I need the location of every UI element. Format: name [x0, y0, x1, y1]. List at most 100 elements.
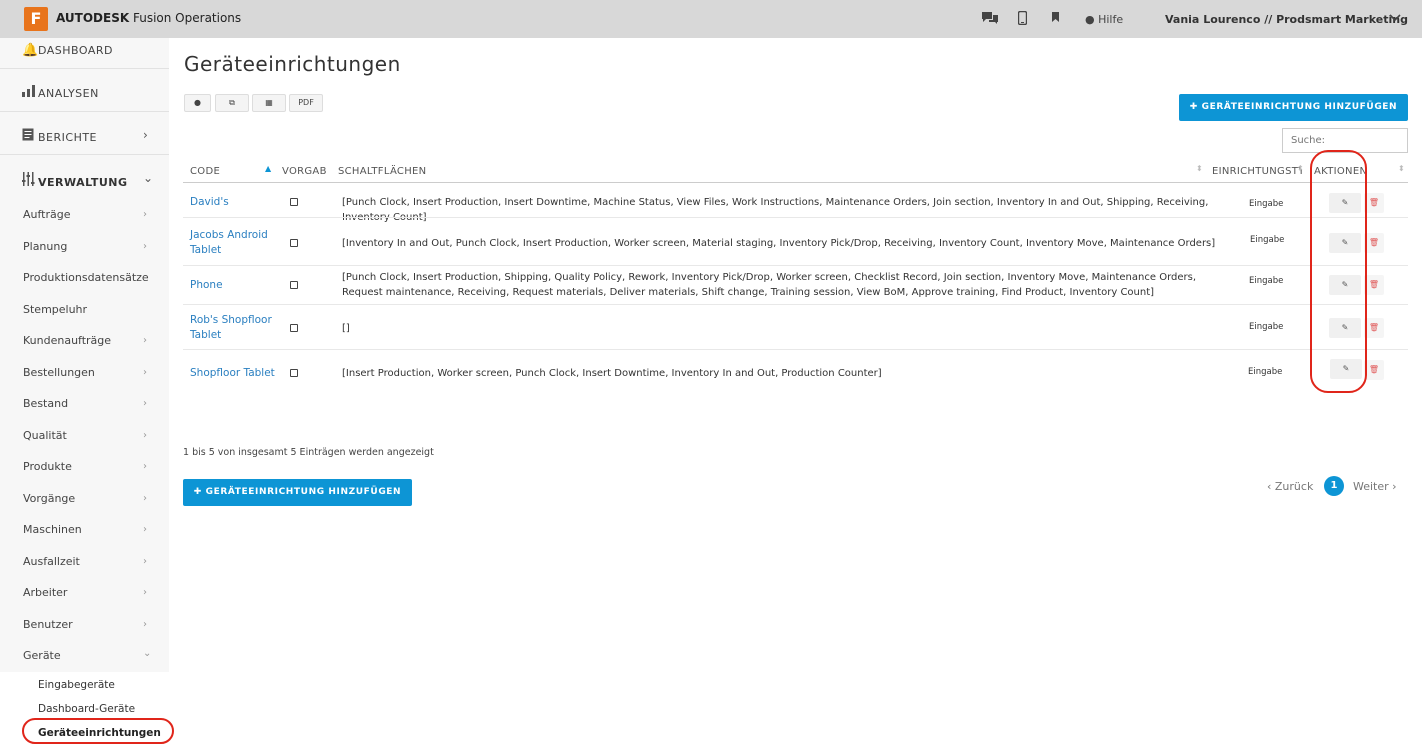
table-icon: ▦ [265, 98, 273, 107]
sidebar-item-kundenauftraege[interactable]: Kundenaufträge [23, 334, 111, 347]
table-cell-type: Eingabe [1249, 199, 1284, 209]
chevron-down-icon[interactable] [1389, 11, 1401, 25]
table-cell-buttons: [] [342, 323, 350, 334]
highlight-annotation [1310, 150, 1367, 393]
sidebar-item-dashboard[interactable]: 🔔DASHBOARD [22, 43, 113, 58]
chat-icon[interactable] [981, 11, 999, 29]
column-header-vorgabe[interactable]: VORGABE [282, 166, 326, 177]
sidebar-item-verwaltung[interactable]: VERWALTUNG [22, 172, 128, 190]
copy-icon: ⧉ [229, 98, 235, 107]
chevron-right-icon: › [143, 461, 147, 472]
default-checkbox[interactable] [290, 369, 298, 377]
sort-icon[interactable]: ⬍ [1196, 164, 1203, 173]
top-bar: F AUTODESK Fusion Operations ● Hilfe Van… [0, 0, 1422, 38]
sidebar-item-auftraege[interactable]: Aufträge [23, 208, 71, 221]
sliders-icon [22, 172, 38, 190]
delete-button[interactable]: 🗑 [1364, 318, 1384, 338]
column-header-schaltflaechen[interactable]: SCHALTFLÄCHEN [338, 166, 426, 177]
table-info: 1 bis 5 von insgesamt 5 Einträgen werden… [183, 447, 434, 458]
row-divider [183, 265, 1408, 266]
sort-asc-icon[interactable]: ▲ [265, 164, 271, 173]
brand-bold: AUTODESK [56, 11, 130, 25]
table-row-code-link[interactable]: Phone [190, 278, 280, 293]
table-row-code-link[interactable]: Rob's Shopfloor Tablet [190, 313, 280, 343]
sidebar-item-benutzer[interactable]: Benutzer [23, 618, 73, 631]
sidebar-subitem-eingabegeraete[interactable]: Eingabegeräte [38, 679, 115, 691]
chevron-right-icon: › [143, 367, 147, 378]
chevron-down-icon: ⌄ [143, 648, 152, 659]
eye-icon: ● [194, 98, 201, 107]
default-checkbox[interactable] [290, 324, 298, 332]
row-divider [183, 304, 1408, 305]
chevron-right-icon: › [143, 398, 147, 409]
sidebar-item-arbeiter[interactable]: Arbeiter [23, 586, 67, 599]
table-cell-buttons: [Punch Clock, Insert Production, Shippin… [342, 272, 1196, 298]
page-title: Geräteeinrichtungen [184, 52, 401, 76]
sort-icon[interactable]: ⬍ [1297, 164, 1304, 173]
add-device-setup-button-bottom[interactable]: ✚ GERÄTEEINRICHTUNG HINZUFÜGEN [183, 479, 412, 506]
table-row-code-link[interactable]: Shopfloor Tablet [190, 366, 280, 381]
chevron-right-icon: › [143, 128, 148, 142]
sidebar-item-stempeluhr[interactable]: Stempeluhr [23, 303, 87, 316]
sidebar-item-analysen[interactable]: ANALYSEN [22, 85, 99, 101]
table-cell-type: Eingabe [1249, 276, 1284, 286]
sidebar-label: DASHBOARD [38, 44, 114, 57]
header-divider [183, 182, 1408, 183]
delete-button[interactable]: 🗑 [1364, 193, 1384, 213]
chevron-right-icon: › [143, 493, 147, 504]
sidebar-label: VERWALTUNG [38, 176, 128, 189]
highlight-annotation [22, 718, 174, 744]
default-checkbox[interactable] [290, 281, 298, 289]
report-icon [22, 128, 38, 145]
help-link[interactable]: ● Hilfe [1085, 13, 1123, 26]
default-checkbox[interactable] [290, 239, 298, 247]
table-cell-type: Eingabe [1250, 235, 1285, 245]
chevron-right-icon: › [143, 335, 147, 346]
divider [0, 111, 169, 112]
row-divider [183, 217, 1408, 218]
bell-icon: 🔔 [22, 43, 39, 58]
sidebar-item-produktionsdatensaetze[interactable]: Produktionsdatensätze [23, 271, 149, 284]
delete-button[interactable]: 🗑 [1364, 360, 1384, 380]
delete-button[interactable]: 🗑 [1364, 275, 1384, 295]
sidebar-item-vorgaenge[interactable]: Vorgänge [23, 492, 75, 505]
table-cell-buttons: [Punch Clock, Insert Production, Insert … [342, 197, 1209, 223]
fusion-logo[interactable]: F [24, 7, 48, 31]
default-checkbox[interactable] [290, 198, 298, 206]
table-row-code-link[interactable]: David's [190, 195, 280, 210]
sidebar-subitem-dashboard-geraete[interactable]: Dashboard-Geräte [38, 703, 135, 715]
chevron-right-icon: › [143, 556, 147, 567]
pager-page-1[interactable]: 1 [1324, 476, 1344, 496]
column-header-einrichtungstyp[interactable]: EINRICHTUNGSTYP [1212, 166, 1302, 177]
chevron-down-icon: ⌄ [143, 171, 154, 185]
brand-rest: Fusion Operations [132, 11, 242, 25]
sidebar-item-qualitaet[interactable]: Qualität [23, 429, 67, 442]
delete-button[interactable]: 🗑 [1364, 233, 1384, 253]
sidebar-item-bestellungen[interactable]: Bestellungen [23, 366, 95, 379]
add-device-setup-button[interactable]: ✚ GERÄTEEINRICHTUNG HINZUFÜGEN [1179, 94, 1408, 121]
table-row-code-link[interactable]: Jacobs Android Tablet [190, 228, 280, 258]
mobile-icon[interactable] [1017, 10, 1028, 29]
sidebar-item-planung[interactable]: Planung [23, 240, 67, 253]
chevron-right-icon: › [143, 241, 147, 252]
excel-button[interactable]: ▦ [252, 94, 286, 112]
divider [0, 154, 169, 155]
user-menu[interactable]: Vania Lourenco // Prodsmart Marketing [1165, 13, 1408, 26]
pager-prev[interactable]: ‹ Zurück [1267, 480, 1313, 493]
sidebar-item-maschinen[interactable]: Maschinen [23, 523, 82, 536]
sidebar-item-geraete[interactable]: Geräte [23, 649, 61, 662]
pdf-button[interactable]: PDF [289, 94, 323, 112]
chevron-right-icon: › [143, 209, 147, 220]
column-header-code[interactable]: CODE [190, 166, 220, 177]
sidebar-item-bestand[interactable]: Bestand [23, 397, 68, 410]
sort-icon[interactable]: ⬍ [1398, 164, 1405, 173]
chevron-right-icon: › [143, 587, 147, 598]
copy-button[interactable]: ⧉ [215, 94, 249, 112]
pager-next[interactable]: Weiter › [1353, 480, 1397, 493]
row-divider [183, 349, 1408, 350]
column-visibility-button[interactable]: ● [184, 94, 211, 112]
sidebar-item-berichte[interactable]: BERICHTE [22, 128, 97, 145]
sidebar-item-ausfallzeit[interactable]: Ausfallzeit [23, 555, 80, 568]
sidebar-item-produkte[interactable]: Produkte [23, 460, 72, 473]
bookmark-icon[interactable] [1051, 11, 1060, 27]
